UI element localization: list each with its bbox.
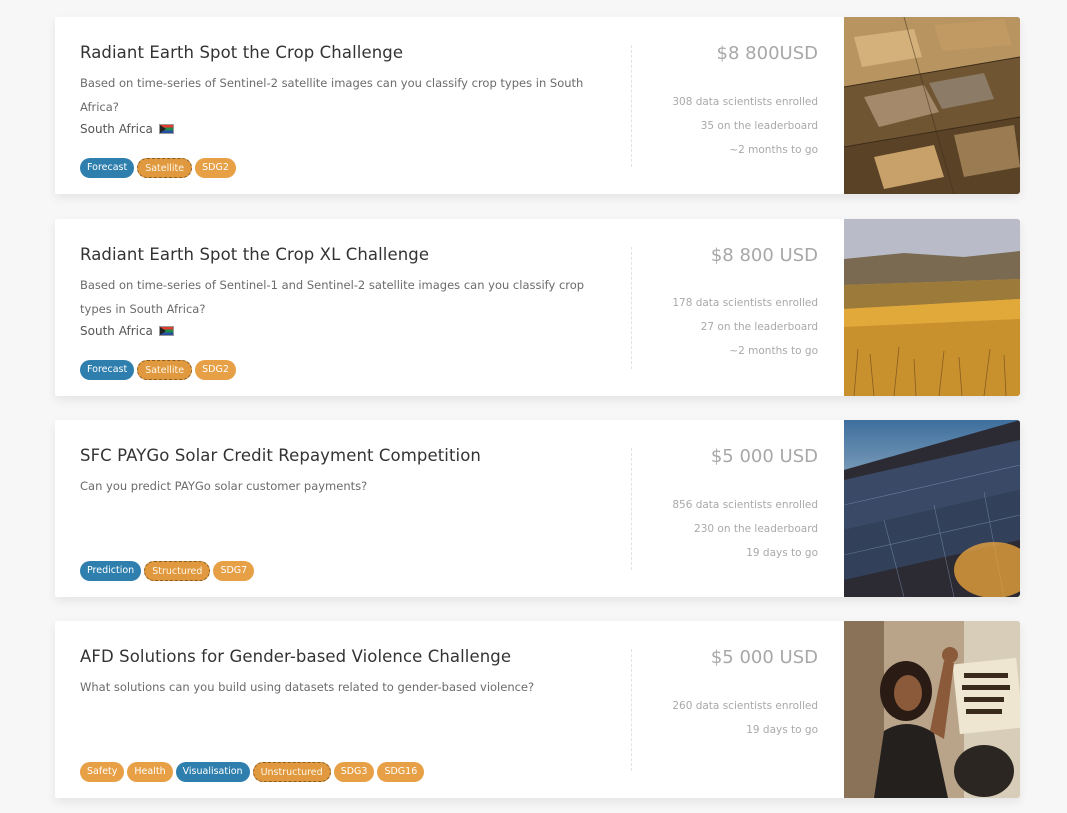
wheat-field-image[interactable] xyxy=(844,219,1020,396)
leaderboard-count: 35 on the leaderboard xyxy=(700,120,818,132)
competition-description: Based on time-series of Sentinel-1 and S… xyxy=(80,278,585,316)
time-remaining: 19 days to go xyxy=(746,724,818,736)
protest-image[interactable] xyxy=(844,621,1020,798)
competition-country: South Africa xyxy=(80,122,174,136)
competition-card[interactable]: SFC PAYGo Solar Credit Repayment Competi… xyxy=(55,420,1020,597)
competition-title[interactable]: AFD Solutions for Gender-based Violence … xyxy=(80,647,511,666)
south-africa-flag-icon xyxy=(158,326,174,336)
tag-safety[interactable]: Safety xyxy=(80,762,125,782)
tag-forecast[interactable]: Forecast xyxy=(80,158,135,178)
prize-amount: $8 800 USD xyxy=(710,245,818,266)
tag-sdg7[interactable]: SDG7 xyxy=(213,561,255,581)
competition-title[interactable]: Radiant Earth Spot the Crop XL Challenge xyxy=(80,245,429,264)
prize-amount: $5 000 USD xyxy=(710,647,818,668)
country-label: South Africa xyxy=(80,122,153,136)
enrolled-count: 178 data scientists enrolled xyxy=(672,297,818,309)
prize-amount: $5 000 USD xyxy=(710,446,818,467)
competition-description: Can you predict PAYGo solar customer pay… xyxy=(80,479,368,493)
divider xyxy=(631,649,632,771)
competition-list: Radiant Earth Spot the Crop Challenge Ba… xyxy=(0,0,1067,813)
time-remaining: 19 days to go xyxy=(746,547,818,559)
tag-list: Prediction Structured SDG7 xyxy=(80,561,255,581)
tag-list: Safety Health Visualisation Unstructured… xyxy=(80,762,425,782)
tag-list: Forecast Satellite SDG2 xyxy=(80,158,236,178)
tag-unstructured[interactable]: Unstructured xyxy=(252,762,331,782)
tag-forecast[interactable]: Forecast xyxy=(80,360,135,380)
enrolled-count: 308 data scientists enrolled xyxy=(672,96,818,108)
country-label: South Africa xyxy=(80,324,153,338)
leaderboard-count: 27 on the leaderboard xyxy=(700,321,818,333)
tag-satellite[interactable]: Satellite xyxy=(137,158,193,178)
tag-sdg3[interactable]: SDG3 xyxy=(333,762,375,782)
competition-country: South Africa xyxy=(80,324,174,338)
tag-visualisation[interactable]: Visualisation xyxy=(175,762,250,782)
enrolled-count: 856 data scientists enrolled xyxy=(672,499,818,511)
divider xyxy=(631,448,632,570)
divider xyxy=(631,247,632,369)
leaderboard-count: 230 on the leaderboard xyxy=(694,523,818,535)
competition-title[interactable]: SFC PAYGo Solar Credit Repayment Competi… xyxy=(80,446,481,465)
tag-sdg2[interactable]: SDG2 xyxy=(195,158,236,178)
competition-description: What solutions can you build using datas… xyxy=(80,680,535,694)
tag-prediction[interactable]: Prediction xyxy=(80,561,142,581)
competition-title[interactable]: Radiant Earth Spot the Crop Challenge xyxy=(80,43,403,62)
competition-card[interactable]: Radiant Earth Spot the Crop Challenge Ba… xyxy=(55,17,1020,194)
tag-sdg16[interactable]: SDG16 xyxy=(377,762,425,782)
enrolled-count: 260 data scientists enrolled xyxy=(672,700,818,712)
divider xyxy=(631,45,632,167)
tag-satellite[interactable]: Satellite xyxy=(137,360,193,380)
competition-description: Based on time-series of Sentinel-2 satel… xyxy=(80,76,584,114)
farmland-aerial-image[interactable] xyxy=(844,17,1020,194)
solar-panel-image[interactable] xyxy=(844,420,1020,597)
tag-list: Forecast Satellite SDG2 xyxy=(80,360,236,380)
tag-sdg2[interactable]: SDG2 xyxy=(195,360,236,380)
prize-amount: $8 800USD xyxy=(716,43,818,64)
south-africa-flag-icon xyxy=(158,124,174,134)
tag-structured[interactable]: Structured xyxy=(144,561,211,581)
time-remaining: ~2 months to go xyxy=(729,144,818,156)
time-remaining: ~2 months to go xyxy=(729,345,818,357)
competition-card[interactable]: AFD Solutions for Gender-based Violence … xyxy=(55,621,1020,798)
competition-card[interactable]: Radiant Earth Spot the Crop XL Challenge… xyxy=(55,219,1020,396)
tag-health[interactable]: Health xyxy=(127,762,173,782)
